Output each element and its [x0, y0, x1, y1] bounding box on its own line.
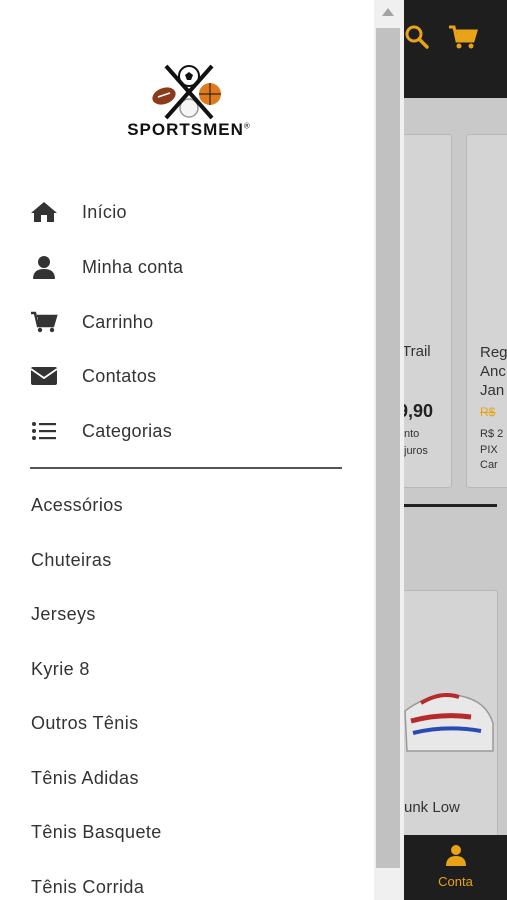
navigation-drawer: SPORTSMEN® Início Minha conta Carrinho C… [0, 0, 374, 900]
product-name: Reg [480, 344, 507, 361]
home-icon [30, 200, 62, 224]
bottom-nav-label: Conta [438, 874, 473, 889]
category-item-kyrie-8[interactable]: Kyrie 8 [31, 654, 90, 684]
search-icon[interactable] [404, 24, 430, 50]
category-item-tenis-adidas[interactable]: Tênis Adidas [31, 763, 139, 793]
sneaker-image [404, 693, 494, 752]
user-icon [445, 845, 466, 866]
section-divider [404, 504, 497, 507]
category-item-acessorios[interactable]: Acessórios [31, 490, 123, 520]
registered-mark: ® [243, 121, 251, 131]
bottom-nav-account[interactable]: Conta [404, 843, 507, 889]
brand-text: SPORTSMEN [127, 120, 244, 139]
brand-logo: SPORTSMEN® [118, 64, 260, 144]
drawer-scrollbar[interactable] [374, 0, 404, 900]
menu-item-carrinho[interactable]: Carrinho [30, 302, 350, 342]
user-icon [30, 255, 62, 279]
category-item-outros-tenis[interactable]: Outros Tênis [31, 708, 139, 738]
menu-label: Minha conta [82, 256, 184, 277]
product-name: unk Low [404, 799, 460, 816]
cart-icon[interactable] [448, 24, 478, 50]
category-item-tenis-corrida[interactable]: Tênis Corrida [31, 872, 144, 900]
product-installment: juros [404, 445, 428, 457]
menu-item-minha-conta[interactable]: Minha conta [30, 247, 350, 287]
product-installment: R$ 2 [480, 428, 504, 440]
menu-label: Carrinho [82, 311, 154, 332]
menu-divider [30, 467, 342, 469]
scrollbar-thumb[interactable] [376, 28, 400, 868]
envelope-icon [30, 364, 62, 388]
menu-label: Início [82, 201, 127, 222]
product-name: Jan [480, 382, 505, 399]
category-item-chuteiras[interactable]: Chuteiras [31, 545, 112, 575]
product-installment: PIX [480, 444, 498, 456]
bottom-nav: Conta [404, 835, 507, 900]
category-item-tenis-basquete[interactable]: Tênis Basquete [31, 817, 162, 847]
cart-icon [30, 310, 62, 334]
menu-label: Categorias [82, 420, 173, 441]
list-icon [30, 419, 62, 443]
product-name: Trail [402, 343, 431, 360]
product-installment: nto [404, 428, 420, 440]
menu-item-inicio[interactable]: Início [30, 192, 350, 232]
brand-name: SPORTSMEN® [118, 120, 260, 140]
category-item-jerseys[interactable]: Jerseys [31, 599, 96, 629]
product-name: Anc [480, 363, 506, 380]
menu-label: Contatos [82, 365, 157, 386]
menu-item-contatos[interactable]: Contatos [30, 356, 350, 396]
scroll-up-arrow-icon[interactable] [382, 8, 394, 16]
old-price: R$ [480, 405, 496, 419]
menu-item-categorias[interactable]: Categorias [30, 411, 350, 451]
product-installment: Car [480, 459, 498, 471]
sports-balls-icon [152, 64, 221, 120]
